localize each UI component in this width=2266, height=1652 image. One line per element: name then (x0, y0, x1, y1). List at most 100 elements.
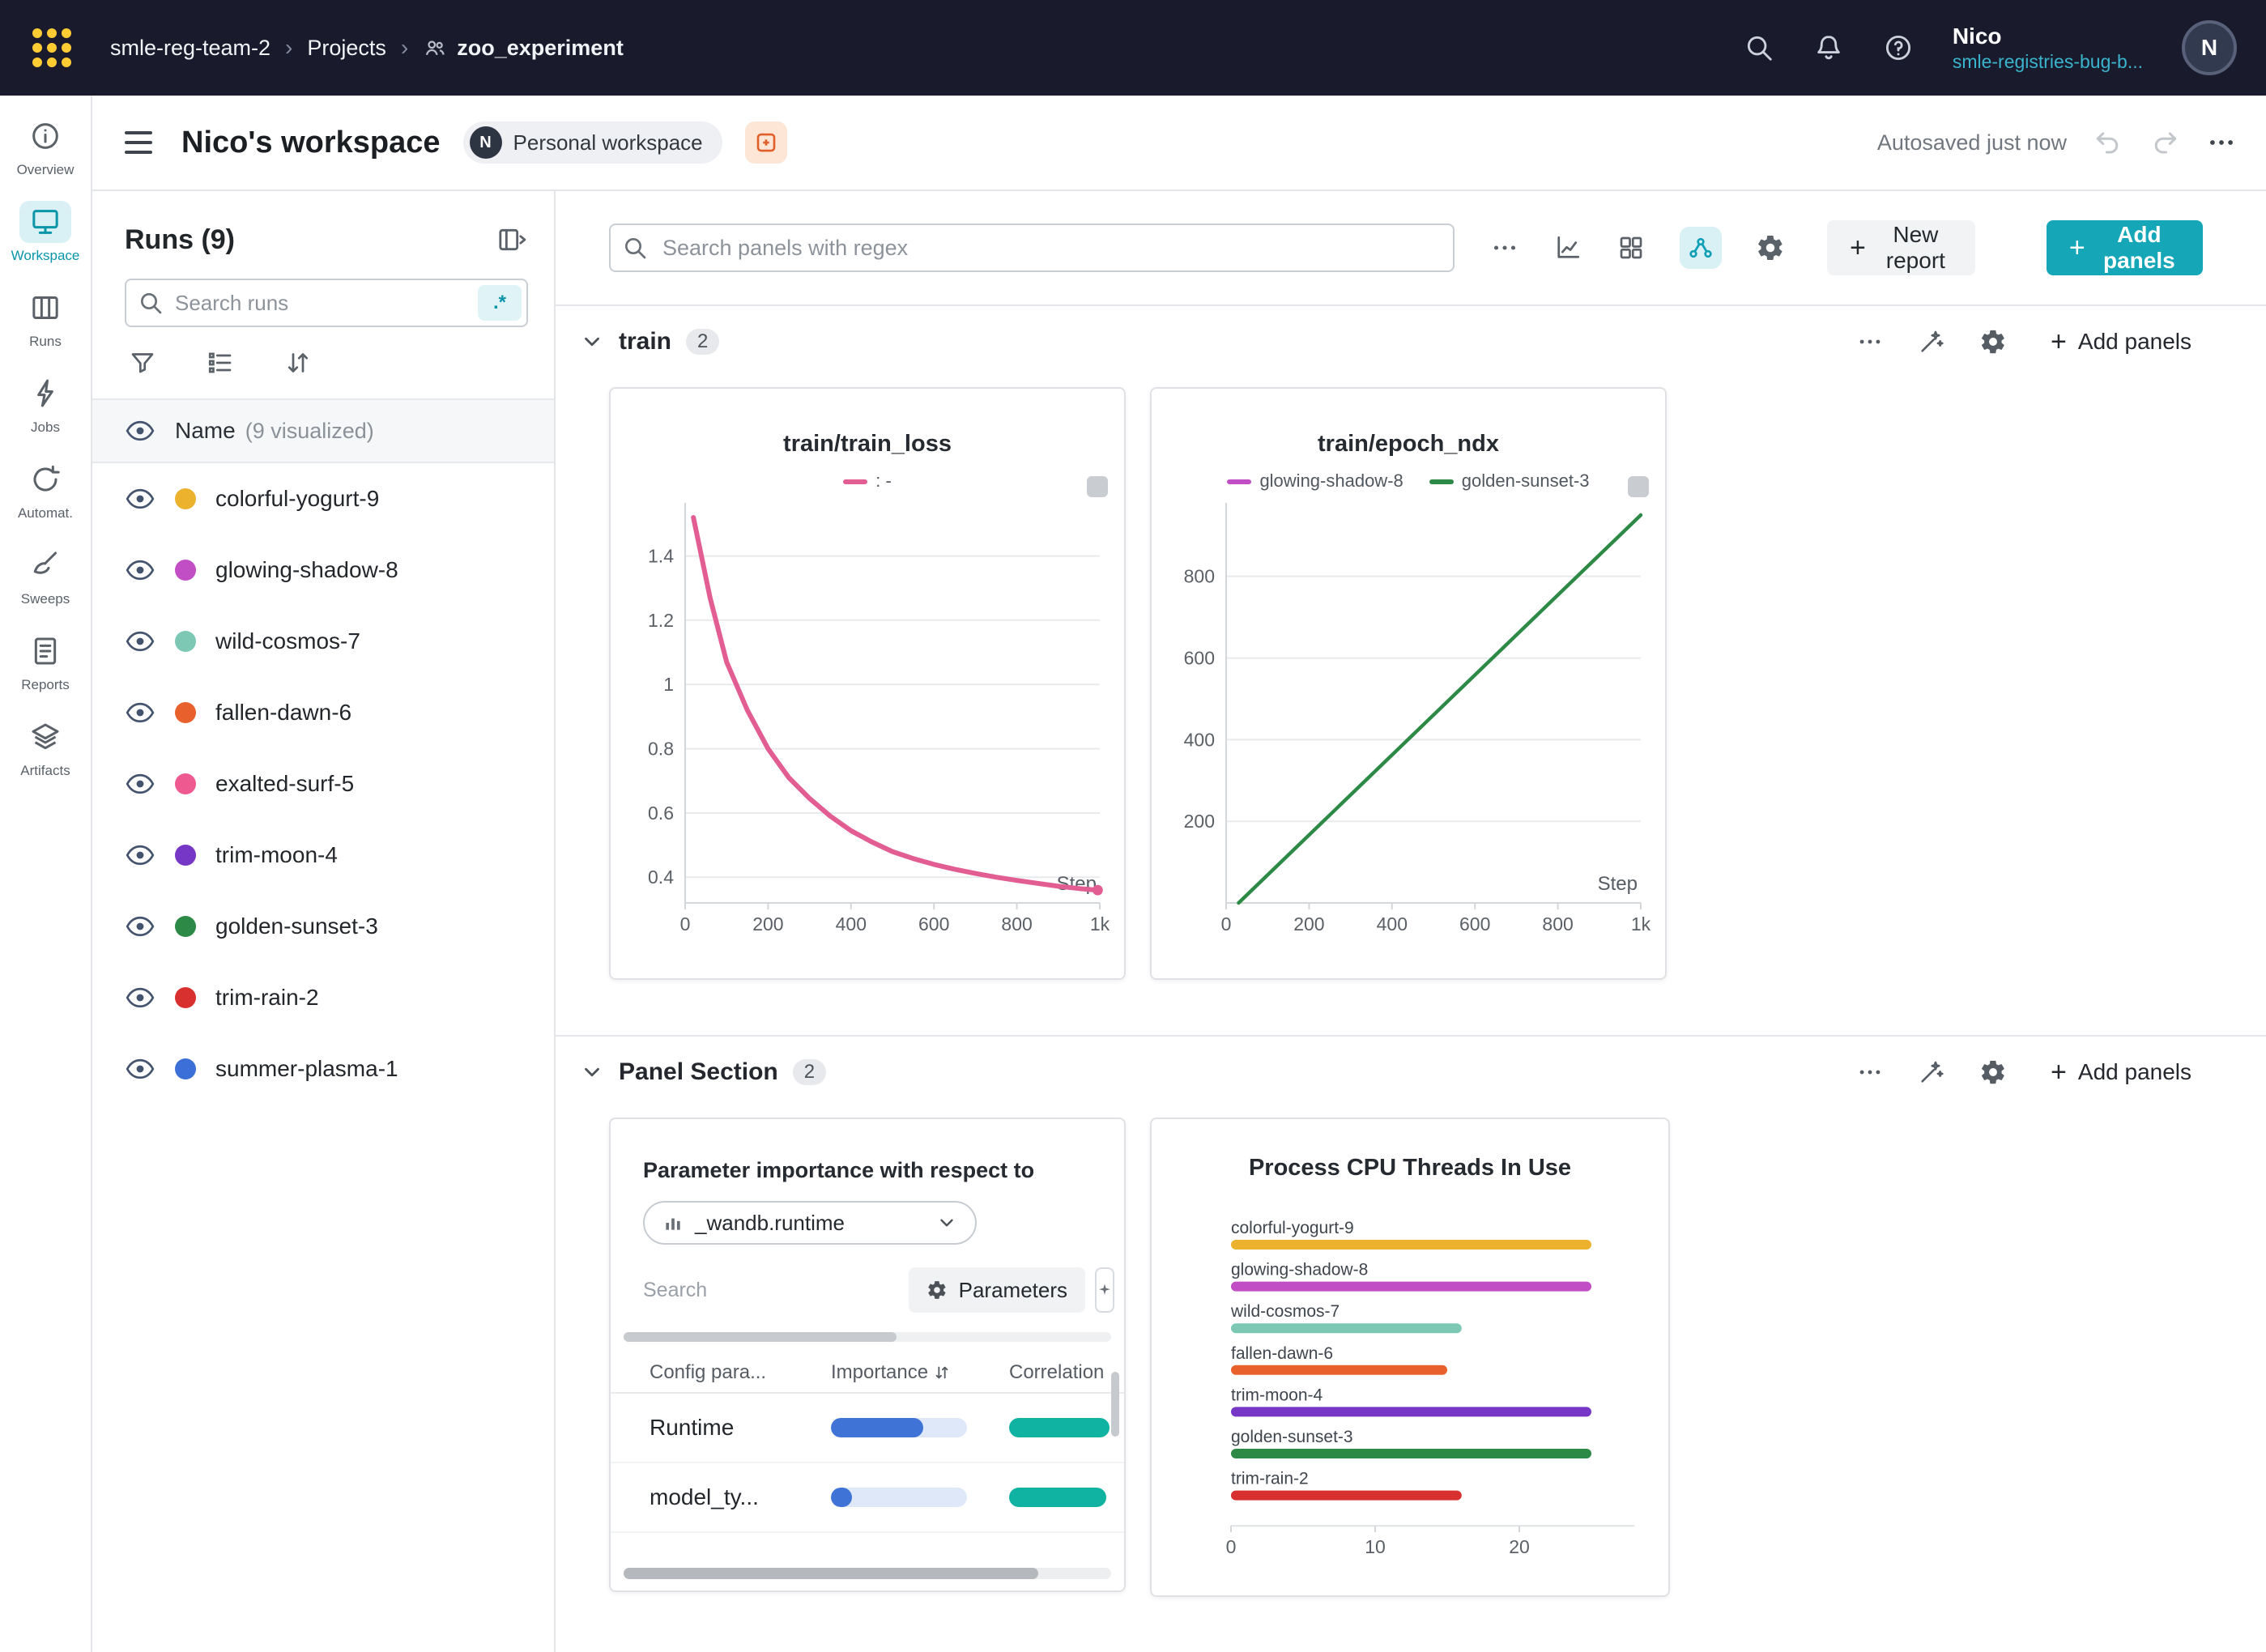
panel-title: Parameter importance with respect to (643, 1158, 1092, 1183)
rail-item-label: Reports (21, 677, 70, 693)
dropdown-value: _wandb.runtime (695, 1211, 845, 1236)
run-row[interactable]: exalted-surf-5 (92, 748, 554, 820)
column-importance[interactable]: Importance (831, 1361, 1009, 1384)
magic-wand-icon[interactable] (1918, 328, 1945, 356)
visibility-eye-icon[interactable] (125, 555, 155, 585)
rail-item-reports[interactable]: Reports (0, 630, 91, 693)
settings-gear-icon[interactable] (1756, 233, 1785, 262)
line-chart: 0.40.60.811.21.402004006008001kStep (611, 495, 1124, 961)
sweeps-icon (19, 544, 71, 586)
breadcrumb-separator: › (285, 35, 292, 61)
visibility-eye-icon[interactable] (125, 626, 155, 657)
more-options-icon[interactable] (1490, 233, 1519, 262)
add-panels-button[interactable]: +Add panels (2047, 220, 2203, 275)
visibility-eye-icon[interactable] (125, 982, 155, 1013)
scrollbar-thumb[interactable] (624, 1332, 897, 1342)
run-row[interactable]: colorful-yogurt-9 (92, 463, 554, 534)
filter-icon[interactable] (128, 348, 157, 377)
group-list-icon[interactable] (206, 348, 235, 377)
chevron-down-icon[interactable] (580, 330, 604, 354)
more-options-icon[interactable] (2206, 127, 2237, 158)
settings-gear-icon[interactable] (1979, 328, 2007, 356)
param-name: Runtime (650, 1415, 831, 1441)
workspace-type-badge[interactable]: N Personal workspace (463, 121, 722, 164)
workspace-alert-icon[interactable] (745, 121, 787, 164)
panel-search-input[interactable] (609, 224, 1455, 272)
visibility-eye-icon[interactable] (125, 1054, 155, 1084)
runs-search-input[interactable] (125, 279, 528, 327)
run-row[interactable]: trim-moon-4 (92, 820, 554, 891)
x-axis-settings-icon[interactable] (1553, 233, 1582, 262)
breadcrumb-projects[interactable]: Projects (307, 36, 386, 61)
run-row[interactable]: wild-cosmos-7 (92, 606, 554, 677)
rail-item-sweeps[interactable]: Sweeps (0, 544, 91, 607)
rail-item-label: Sweeps (21, 591, 70, 607)
column-config-param[interactable]: Config para... (650, 1361, 831, 1384)
breadcrumb-team[interactable]: smle-reg-team-2 (110, 36, 270, 61)
avatar[interactable]: N (2182, 20, 2237, 75)
parameters-button[interactable]: Parameters (909, 1267, 1085, 1313)
user-menu[interactable]: Nico smle-registries-bug-b... (1953, 22, 2143, 74)
rail-item-automat[interactable]: Automat. (0, 458, 91, 522)
run-row[interactable]: glowing-shadow-8 (92, 534, 554, 606)
help-icon[interactable] (1883, 32, 1914, 63)
rail-item-runs[interactable]: Runs (0, 287, 91, 350)
visibility-eye-icon[interactable] (125, 483, 155, 514)
svg-text:800: 800 (1542, 913, 1573, 935)
vertical-scrollbar-thumb[interactable] (1111, 1372, 1119, 1437)
column-correlation[interactable]: Correlation (1009, 1361, 1124, 1384)
visibility-eye-icon[interactable] (125, 840, 155, 871)
run-row[interactable]: fallen-dawn-6 (92, 677, 554, 748)
undo-icon[interactable] (2093, 127, 2123, 158)
visibility-eye-icon[interactable] (125, 769, 155, 799)
redo-icon[interactable] (2149, 127, 2180, 158)
breadcrumb-project[interactable]: zoo_experiment (423, 36, 624, 61)
panel-layout-icon[interactable] (1616, 233, 1646, 262)
sweeps-flow-icon[interactable] (1680, 227, 1722, 269)
rail-item-artifacts[interactable]: Artifacts (0, 716, 91, 779)
expand-table-icon[interactable] (496, 224, 528, 256)
sort-icon[interactable] (283, 348, 313, 377)
new-report-button[interactable]: +New report (1827, 220, 1975, 275)
param-search-input[interactable]: Search (643, 1279, 707, 1302)
more-options-icon[interactable] (1856, 1058, 1884, 1086)
run-name: trim-moon-4 (215, 842, 338, 868)
panel-options-icon[interactable] (1628, 476, 1649, 497)
run-row[interactable]: golden-sunset-3 (92, 891, 554, 962)
run-row[interactable]: trim-rain-2 (92, 962, 554, 1033)
runs-list-header[interactable]: Name (9 visualized) (92, 398, 554, 463)
regex-toggle-button[interactable]: .* (478, 285, 522, 321)
param-table-rows: Runtime model_ty... (611, 1394, 1124, 1533)
hamburger-menu-icon[interactable] (118, 125, 159, 160)
metric-dropdown[interactable]: _wandb.runtime (643, 1201, 977, 1245)
notifications-bell-icon[interactable] (1813, 32, 1844, 63)
param-table-row[interactable]: model_ty... (611, 1463, 1124, 1533)
breadcrumb-separator: › (401, 35, 408, 61)
param-table-row[interactable]: Runtime (611, 1394, 1124, 1463)
runs-toolbar (128, 348, 554, 377)
rail-item-label: Artifacts (20, 763, 70, 779)
rail-item-overview[interactable]: Overview (0, 115, 91, 178)
section-actions: +Add panels (1856, 1057, 2201, 1088)
rail-item-jobs[interactable]: Jobs (0, 373, 91, 436)
sparkle-button-partial[interactable] (1095, 1267, 1114, 1313)
section-add-panels-button[interactable]: +Add panels (2041, 1057, 2201, 1088)
wandb-logo[interactable] (32, 28, 71, 67)
scrollbar-thumb[interactable] (624, 1568, 1038, 1579)
settings-gear-icon[interactable] (1979, 1058, 2007, 1086)
chevron-down-icon[interactable] (580, 1060, 604, 1084)
visibility-eye-icon[interactable] (125, 697, 155, 728)
magic-wand-icon[interactable] (1918, 1058, 1945, 1086)
legend-item: golden-sunset-3 (1429, 470, 1590, 492)
panel-options-icon[interactable] (1087, 476, 1108, 497)
panel-train-loss: train/train_loss : - 0.40.60.811.21.4020… (609, 387, 1126, 980)
section-add-panels-button[interactable]: +Add panels (2041, 326, 2201, 357)
more-options-icon[interactable] (1856, 328, 1884, 356)
visibility-eye-icon[interactable] (125, 415, 155, 446)
search-icon[interactable] (1744, 32, 1774, 63)
visibility-eye-icon[interactable] (125, 911, 155, 942)
top-navbar: smle-reg-team-2 › Projects › zoo_experim… (0, 0, 2266, 96)
rail-item-workspace[interactable]: Workspace (0, 201, 91, 264)
horizontal-scrollbar (624, 1332, 1111, 1342)
run-row[interactable]: summer-plasma-1 (92, 1033, 554, 1105)
